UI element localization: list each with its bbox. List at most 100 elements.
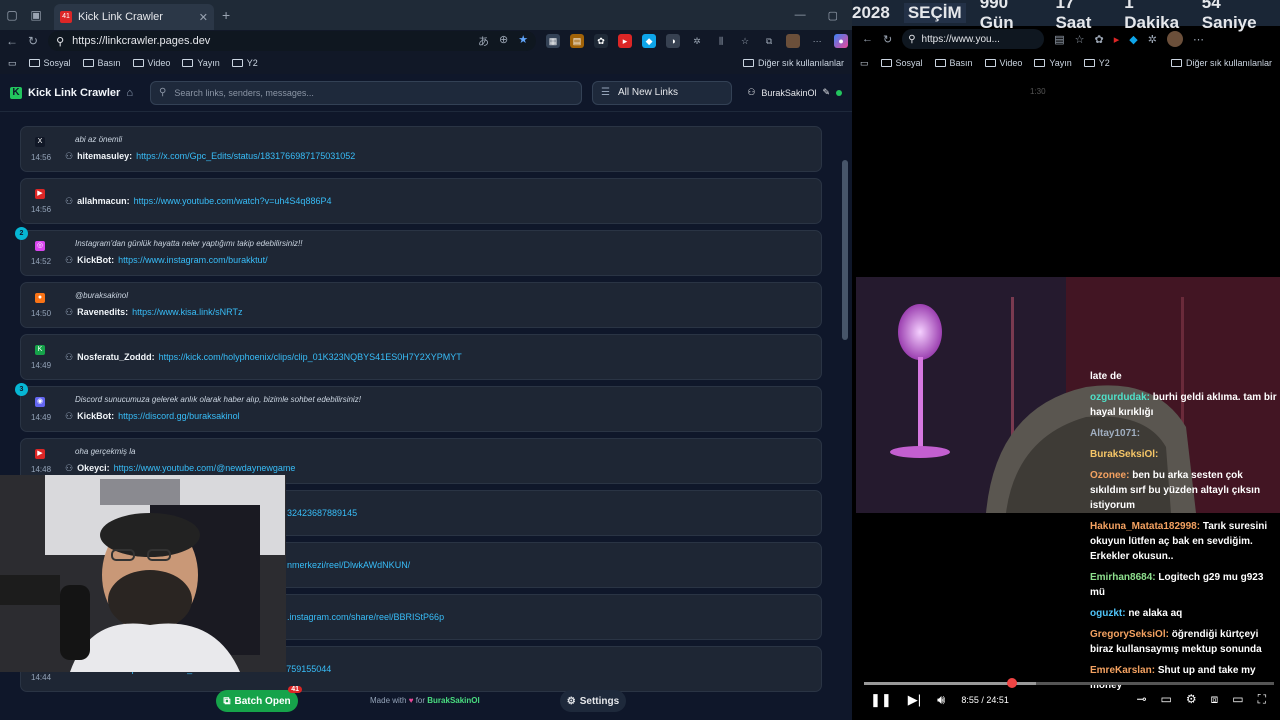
settings-button[interactable]: ⚙ Settings bbox=[560, 690, 626, 712]
card-link[interactable]: https://kick.com/holyphoenix/clips/clip_… bbox=[159, 352, 462, 363]
video-player[interactable]: 1:30 late de ozgurdudak: burhi geldi akl… bbox=[852, 74, 1280, 720]
card-link[interactable]: https://www.youtube.com/watch?v=uh4S4q88… bbox=[134, 196, 332, 207]
filter-dropdown[interactable]: ☰ All New Links bbox=[592, 80, 732, 105]
extension-icon[interactable]: ▤ bbox=[570, 34, 585, 48]
translate-icon[interactable]: あ bbox=[478, 33, 489, 49]
extension-icon[interactable]: ▸ bbox=[618, 34, 633, 48]
bookmark-folder[interactable]: Y2 bbox=[1083, 58, 1110, 68]
site-info-icon[interactable]: ⚲ bbox=[908, 34, 915, 45]
close-tab-icon[interactable]: ✕ bbox=[199, 11, 208, 24]
chat-username[interactable]: Altay1071: bbox=[1090, 428, 1140, 439]
link-card[interactable]: ● 14:50 @buraksakinol ⚇ Ravenedits: https://w… bbox=[20, 282, 822, 328]
puzzle-icon[interactable]: ✲ bbox=[1148, 33, 1157, 46]
credit-name[interactable]: BurakSakinOl bbox=[427, 696, 479, 705]
miniplayer-icon[interactable]: ⧈ bbox=[1211, 692, 1219, 707]
sidebar-toggle-icon[interactable]: ▭ bbox=[8, 58, 17, 69]
back-icon[interactable]: ← bbox=[6, 34, 18, 48]
fullscreen-icon[interactable]: ⛶ bbox=[1258, 692, 1266, 707]
card-link[interactable]: https://www.instagram.com/burakktut/ bbox=[118, 255, 268, 266]
link-card[interactable]: ▶ 14:56 ⚇ allahmacun: https://www.youtube.co… bbox=[20, 178, 822, 224]
card-link[interactable]: .instagram.com/share/reel/BBRIStP66p bbox=[287, 612, 444, 622]
card-link[interactable]: https://www.youtube.com/@newdaynewgame bbox=[114, 463, 296, 474]
bookmark-folder[interactable]: Video bbox=[984, 58, 1022, 68]
bookmark-folder[interactable]: Sosyal bbox=[28, 58, 71, 68]
split-screen-icon[interactable]: ⫼ bbox=[714, 34, 728, 48]
card-link[interactable]: https://www.kisa.link/sNRTz bbox=[132, 307, 242, 318]
collections-icon[interactable]: ⧉ bbox=[762, 34, 776, 48]
browser-tab[interactable]: 41 Kick Link Crawler ✕ bbox=[54, 4, 214, 30]
chat-username[interactable]: ozgurdudak: bbox=[1090, 392, 1150, 403]
site-info-icon[interactable]: ⚲ bbox=[56, 35, 64, 48]
extension-icon[interactable]: ▦ bbox=[546, 34, 561, 48]
card-link[interactable]: https://x.com/Gpc_Edits/status/183176698… bbox=[136, 151, 355, 162]
copilot-icon[interactable]: ● bbox=[834, 34, 849, 48]
chat-username[interactable]: oguzkt: bbox=[1090, 608, 1126, 619]
extension-icon[interactable]: ✿ bbox=[594, 34, 609, 48]
edit-icon[interactable]: ✎ bbox=[822, 87, 830, 98]
reload-icon[interactable]: ↻ bbox=[28, 34, 38, 48]
chat-username[interactable]: Emirhan8684: bbox=[1090, 572, 1156, 583]
extension-icon[interactable]: ✿ bbox=[1095, 33, 1104, 46]
reload-icon[interactable]: ↻ bbox=[883, 33, 892, 46]
extension-icon[interactable]: ▸ bbox=[1114, 33, 1120, 46]
address-bar[interactable]: ⚲ https://linkcrawler.pages.dev あ ⊕ ★ bbox=[48, 31, 537, 51]
autoplay-toggle-icon[interactable]: ⊸ bbox=[1136, 692, 1146, 707]
avatar[interactable] bbox=[1166, 31, 1183, 47]
bookmark-folder[interactable]: Basın bbox=[934, 58, 973, 68]
card-link[interactable]: 32423687889145 bbox=[287, 508, 357, 518]
search-input[interactable] bbox=[174, 87, 573, 98]
volume-icon[interactable]: 🔊︎ bbox=[937, 692, 945, 708]
favorite-star-icon[interactable]: ★ bbox=[518, 33, 528, 49]
reader-icon[interactable]: ▤ bbox=[1054, 33, 1064, 46]
link-card[interactable]: K 14:49 ⚇ Nosferatu_Zoddd: https://kick.com/… bbox=[20, 334, 822, 380]
link-card[interactable]: X 14:56 abi az önemli ⚇ hitemasuley: https://… bbox=[20, 126, 822, 172]
card-link[interactable]: nmerkezi/reel/DlwkAWdNKUN/ bbox=[287, 560, 410, 570]
progress-scrubber[interactable] bbox=[1006, 678, 1017, 688]
chat-username[interactable]: BurakSeksiOl: bbox=[1090, 449, 1158, 460]
github-icon[interactable]: ⌂ bbox=[126, 87, 133, 99]
zoom-icon[interactable]: ⊕ bbox=[499, 33, 508, 49]
extension-icon[interactable]: ◆ bbox=[642, 34, 657, 48]
chat-username[interactable]: Ozonee: bbox=[1090, 470, 1129, 481]
chat-username[interactable]: Hakuna_Matata182998: bbox=[1090, 521, 1200, 532]
extension-icon[interactable]: ◆ bbox=[1129, 33, 1137, 46]
settings-icon[interactable]: ⚙ bbox=[1186, 692, 1197, 707]
scrollbar[interactable] bbox=[842, 160, 848, 340]
card-link[interactable]: https://discord.gg/buraksakinol bbox=[118, 411, 240, 422]
favorite-star-icon[interactable]: ☆ bbox=[1075, 33, 1085, 46]
new-tab-icon[interactable]: + bbox=[222, 7, 230, 23]
extension-icon[interactable]: ◑ bbox=[666, 34, 681, 48]
bookmark-folder[interactable]: Basın bbox=[82, 58, 121, 68]
pause-icon[interactable]: ❚❚ bbox=[870, 692, 892, 708]
bookmark-folder[interactable]: Yayın bbox=[182, 58, 220, 68]
progress-bar[interactable] bbox=[864, 678, 1274, 688]
avatar[interactable] bbox=[786, 34, 801, 48]
sidebar-toggle-icon[interactable]: ▭ bbox=[860, 58, 869, 69]
tab-actions-icon[interactable]: ▣ bbox=[24, 8, 48, 22]
subtitles-icon[interactable]: ▭ bbox=[1161, 692, 1172, 707]
maximize-icon[interactable]: ▢ bbox=[828, 9, 838, 22]
back-icon[interactable]: ← bbox=[862, 33, 873, 45]
menu-icon[interactable]: ⋯ bbox=[810, 34, 824, 48]
bookmark-folder[interactable]: Y2 bbox=[231, 58, 258, 68]
puzzle-icon[interactable]: ✲ bbox=[690, 34, 704, 48]
chat-username[interactable]: GregorySeksiOl: bbox=[1090, 629, 1169, 640]
bookmark-folder[interactable]: Video bbox=[132, 58, 170, 68]
favorites-icon[interactable]: ☆ bbox=[738, 34, 752, 48]
link-card[interactable]: 3 ◉ 14:49 Discord sunucumuza gelerek anlık … bbox=[15, 383, 822, 432]
profile-icon[interactable]: ▢ bbox=[0, 8, 24, 22]
bookmark-folder[interactable]: Sosyal bbox=[880, 58, 923, 68]
link-card[interactable]: 2 ◎ 14:52 Instagram'dan günlük hayatta nele… bbox=[15, 227, 822, 276]
other-bookmarks[interactable]: Diğer sık kullanılanlar bbox=[1170, 58, 1272, 68]
other-bookmarks[interactable]: Diğer sık kullanılanlar bbox=[742, 58, 844, 68]
bookmark-folder[interactable]: Yayın bbox=[1034, 58, 1072, 68]
menu-icon[interactable]: ⋯ bbox=[1193, 33, 1204, 46]
chat-username[interactable]: EmreKarslan: bbox=[1090, 665, 1155, 676]
app-logo[interactable]: K Kick Link Crawler ⌂ bbox=[10, 86, 140, 99]
batch-open-button[interactable]: ⧉ Batch Open 41 bbox=[216, 686, 302, 712]
minimize-icon[interactable]: — bbox=[795, 9, 806, 22]
next-icon[interactable]: ▶| bbox=[908, 692, 921, 708]
address-bar[interactable]: ⚲ https://www.you... bbox=[902, 29, 1045, 49]
search-box[interactable]: ⚲ bbox=[150, 80, 582, 105]
theater-icon[interactable]: ▭ bbox=[1232, 692, 1243, 707]
